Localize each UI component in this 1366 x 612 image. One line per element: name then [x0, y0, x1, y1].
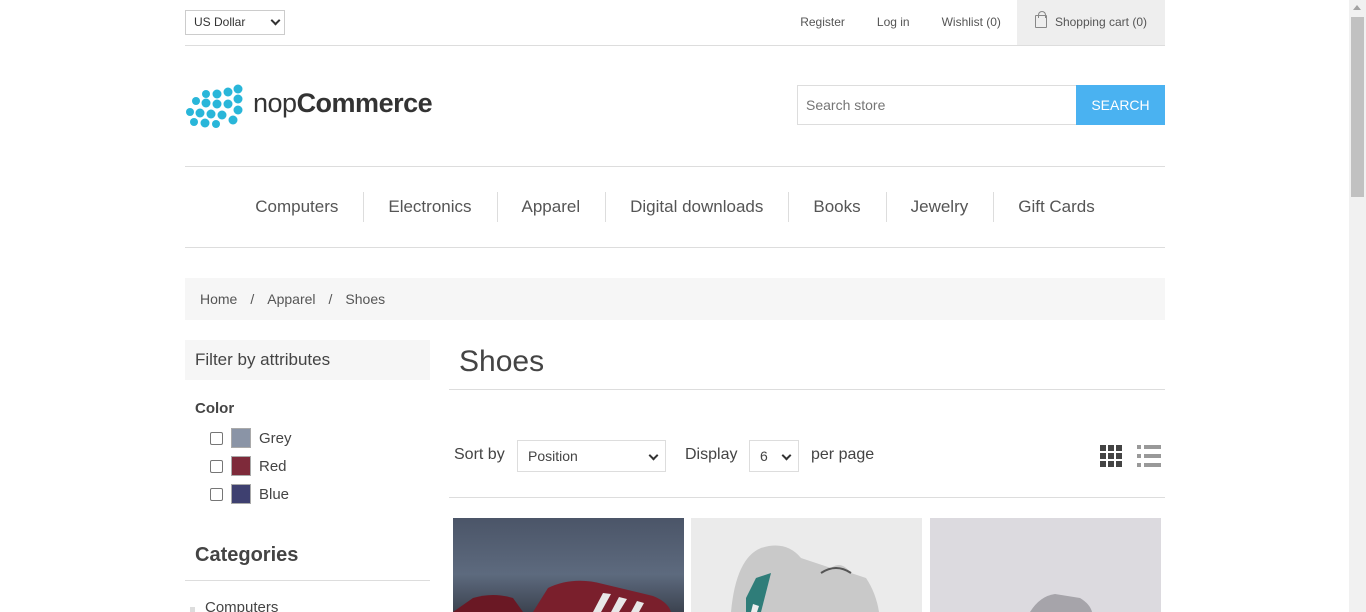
color-option-grey[interactable]: Grey [210, 428, 292, 448]
currency-select[interactable]: US Dollar [185, 10, 285, 35]
menu-item-digital-downloads[interactable]: Digital downloads [605, 192, 788, 222]
shopping-cart-label: Shopping cart (0) [1054, 15, 1147, 29]
divider [185, 580, 430, 581]
menu-item-apparel[interactable]: Apparel [496, 192, 606, 222]
page-title: Shoes [459, 345, 545, 378]
color-option-blue[interactable]: Blue [210, 484, 289, 504]
register-link[interactable]: Register [784, 0, 861, 45]
menu-item-books[interactable]: Books [788, 192, 885, 222]
login-link[interactable]: Log in [861, 0, 926, 45]
divider [449, 389, 1165, 390]
chevron-down-icon [781, 450, 792, 461]
list-view-icon[interactable] [1137, 445, 1161, 467]
breadcrumb-separator: / [328, 291, 333, 307]
logo-dots-icon [186, 84, 243, 128]
search-input[interactable] [797, 85, 1077, 125]
divider [449, 497, 1165, 498]
color-option-red[interactable]: Red [210, 456, 287, 476]
shopping-cart-link[interactable]: Shopping cart (0) [1016, 0, 1165, 45]
logo-text-bold: Commerce [296, 88, 433, 118]
menu-item-gift-cards[interactable]: Gift Cards [993, 192, 1120, 222]
scrollbar[interactable] [1349, 0, 1366, 612]
logo-text-light: nop [253, 88, 297, 118]
filter-title: Filter by attributes [185, 340, 430, 380]
breadcrumb-separator: / [250, 291, 255, 307]
scroll-thumb[interactable] [1351, 17, 1364, 197]
categories-title: Categories [195, 544, 299, 566]
chevron-down-icon [648, 450, 659, 461]
breadcrumb-current: Shoes [345, 291, 386, 307]
currency-value: US Dollar [194, 15, 246, 29]
header-links: Register Log in Wishlist (0) Shopping ca… [784, 0, 1165, 45]
color-swatch-blue [231, 484, 251, 504]
product-image-red-shoe[interactable] [453, 518, 684, 612]
wishlist-link[interactable]: Wishlist (0) [926, 0, 1017, 45]
top-menu: Computers Electronics Apparel Digital do… [185, 166, 1165, 248]
sort-by-value: Position [528, 448, 578, 464]
breadcrumb-home[interactable]: Home [200, 291, 237, 307]
shoe-image [1030, 594, 1092, 612]
color-filter-label: Color [195, 400, 235, 417]
page-size-select[interactable]: 6 [749, 440, 799, 472]
breadcrumb: Home / Apparel / Shoes [185, 278, 1165, 320]
scroll-up-icon[interactable] [1353, 5, 1361, 10]
color-name-red: Red [259, 457, 287, 475]
menu-item-computers[interactable]: Computers [230, 192, 363, 222]
color-name-grey: Grey [259, 429, 292, 447]
display-label: Display [685, 446, 738, 463]
color-swatch-red [231, 456, 251, 476]
store-logo[interactable]: nopCommerce [186, 84, 436, 128]
product-image-grey-shoe[interactable] [691, 518, 922, 612]
page: US Dollar Register Log in Wishlist (0) S… [0, 0, 1366, 612]
page-size-value: 6 [760, 448, 768, 464]
grid-view-icon[interactable] [1100, 445, 1122, 467]
color-swatch-grey [231, 428, 251, 448]
color-checkbox-blue[interactable] [210, 487, 223, 501]
category-item-computers[interactable]: Computers [205, 599, 278, 612]
color-name-blue: Blue [259, 485, 290, 503]
search-button[interactable]: Search [1076, 85, 1165, 125]
shopping-bag-icon [1034, 11, 1047, 28]
shoe-image [731, 545, 879, 612]
product-image-shoe[interactable] [930, 518, 1161, 612]
sort-by-select[interactable]: Position [517, 440, 666, 472]
color-checkbox-red[interactable] [210, 459, 223, 473]
logo-text: nopCommerce [253, 88, 433, 119]
menu-item-electronics[interactable]: Electronics [363, 192, 496, 222]
header-upper: US Dollar Register Log in Wishlist (0) S… [185, 0, 1165, 46]
menu-item-jewelry[interactable]: Jewelry [885, 192, 994, 222]
shoe-image [453, 580, 671, 612]
product-selectors: Sort by Position Display 6 per page [449, 440, 1165, 472]
bullet-icon [190, 607, 195, 612]
per-page-label: per page [811, 446, 875, 463]
color-checkbox-grey[interactable] [210, 431, 223, 445]
breadcrumb-apparel[interactable]: Apparel [267, 291, 315, 307]
chevron-down-icon [270, 15, 281, 26]
sort-by-label: Sort by [454, 446, 505, 463]
